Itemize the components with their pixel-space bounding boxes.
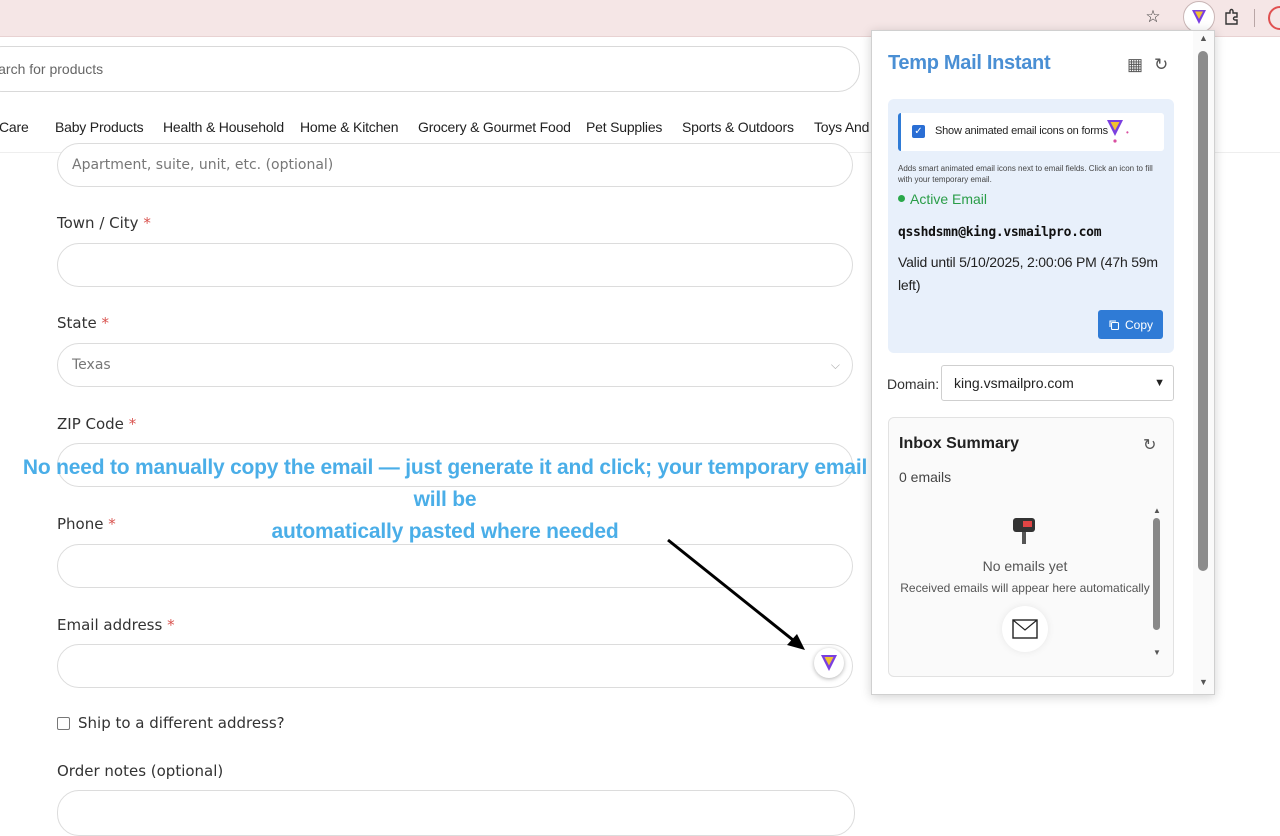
status-dot-icon bbox=[898, 195, 905, 202]
search-placeholder: Search for products bbox=[0, 61, 104, 77]
category-grocery[interactable]: Grocery & Gourmet Food bbox=[418, 108, 571, 146]
toolbar-divider bbox=[1254, 9, 1255, 27]
temp-mail-extension-icon[interactable] bbox=[1183, 1, 1215, 33]
ship-label: Ship to a different address? bbox=[78, 714, 285, 732]
inner-scroll-down-icon[interactable]: ▼ bbox=[1153, 648, 1161, 657]
inbox-count: 0 emails bbox=[899, 469, 952, 485]
envelope-icon bbox=[1012, 619, 1038, 639]
zip-label-text: ZIP Code bbox=[57, 415, 124, 433]
chevron-down-icon: ⌵ bbox=[830, 358, 840, 372]
town-input[interactable] bbox=[57, 243, 853, 287]
state-label-text: State bbox=[57, 314, 97, 332]
apartment-placeholder: Apartment, suite, unit, etc. (optional) bbox=[72, 157, 334, 173]
category-home-kitchen[interactable]: Home & Kitchen bbox=[300, 108, 399, 146]
inbox-title: Inbox Summary bbox=[899, 435, 1020, 452]
required-mark: * bbox=[128, 415, 137, 433]
inner-scroll-up-icon[interactable]: ▲ bbox=[1153, 506, 1161, 515]
scroll-down-icon[interactable]: ▼ bbox=[1199, 677, 1208, 687]
state-select[interactable]: Texas ⌵ bbox=[57, 343, 853, 387]
sparkle-icon: • bbox=[1126, 128, 1129, 137]
animated-icons-toggle-row[interactable]: ✓ Show animated email icons on forms • bbox=[898, 113, 1164, 151]
inbox-summary-card: Inbox Summary ↻ 0 emails No emails yet R… bbox=[888, 417, 1174, 677]
empty-subtitle: Received emails will appear here automat… bbox=[900, 581, 1150, 595]
email-label-text: Email address bbox=[57, 616, 163, 634]
category-care[interactable]: Care bbox=[0, 108, 29, 146]
scroll-up-icon[interactable]: ▲ bbox=[1199, 33, 1208, 43]
category-pet-supplies[interactable]: Pet Supplies bbox=[586, 108, 662, 146]
popup-title: Temp Mail Instant bbox=[888, 52, 1051, 74]
pointer-arrow bbox=[667, 538, 805, 650]
ship-checkbox[interactable] bbox=[57, 716, 70, 730]
brand-logo-icon bbox=[1107, 120, 1123, 143]
qr-grid-icon[interactable]: ▦ bbox=[1127, 55, 1143, 75]
category-baby-products[interactable]: Baby Products bbox=[55, 108, 144, 146]
valid-until: Valid until 5/10/2025, 2:00:06 PM (47h 5… bbox=[898, 254, 1158, 293]
zip-label: ZIP Code * bbox=[57, 415, 136, 433]
temp-email-address: qsshdsmn@king.vsmailpro.com bbox=[898, 225, 1102, 240]
toggle-label: Show animated email icons on forms bbox=[935, 125, 1108, 137]
inbox-refresh-icon[interactable]: ↻ bbox=[1143, 435, 1156, 455]
active-email-card: ✓ Show animated email icons on forms • A… bbox=[888, 99, 1174, 353]
copy-label: Copy bbox=[1124, 317, 1153, 332]
empty-title: No emails yet bbox=[982, 558, 1068, 574]
star-icon[interactable]: ☆ bbox=[1140, 4, 1166, 30]
required-mark: * bbox=[101, 314, 110, 332]
required-mark: * bbox=[167, 616, 175, 634]
required-mark: * bbox=[143, 214, 151, 232]
state-value: Texas bbox=[72, 357, 111, 373]
profile-icon[interactable] bbox=[1268, 6, 1280, 30]
notes-label: Order notes (optional) bbox=[57, 762, 224, 780]
category-health-household[interactable]: Health & Household bbox=[163, 108, 284, 146]
copy-icon bbox=[1109, 319, 1120, 330]
domain-label: Domain: bbox=[887, 376, 940, 392]
chevron-down-icon: ▼ bbox=[1154, 377, 1165, 389]
product-search-input[interactable]: Search for products bbox=[0, 46, 860, 92]
copy-button[interactable]: Copy bbox=[1098, 310, 1163, 339]
inner-scrollbar[interactable] bbox=[1153, 518, 1160, 630]
domain-select[interactable]: king.vsmailpro.com ▼ bbox=[941, 365, 1174, 401]
mailbox-icon bbox=[1013, 518, 1035, 544]
status-active: Active Email bbox=[898, 191, 987, 207]
envelope-button[interactable] bbox=[1002, 606, 1048, 652]
annotation-line-1: No need to manually copy the email — jus… bbox=[22, 456, 868, 511]
help-text: Adds smart animated email icons next to … bbox=[898, 164, 1153, 184]
extensions-puzzle-icon[interactable] bbox=[1219, 4, 1245, 30]
animated-icons-checkbox[interactable]: ✓ bbox=[912, 125, 925, 138]
town-label: Town / City * bbox=[57, 214, 151, 232]
ship-different-address[interactable]: Ship to a different address? bbox=[57, 714, 285, 732]
status-text: Active Email bbox=[910, 191, 988, 207]
refresh-icon[interactable]: ↻ bbox=[1154, 55, 1168, 75]
state-label: State * bbox=[57, 314, 109, 332]
popup-scrollbar[interactable] bbox=[1198, 51, 1208, 571]
notes-input[interactable] bbox=[57, 790, 855, 836]
temp-mail-popup: Temp Mail Instant ▦ ↻ ✓ Show animated em… bbox=[871, 30, 1215, 695]
domain-value: king.vsmailpro.com bbox=[954, 375, 1074, 391]
category-sports-outdoors[interactable]: Sports & Outdoors bbox=[682, 108, 794, 146]
email-label: Email address * bbox=[57, 616, 175, 634]
apartment-input[interactable]: Apartment, suite, unit, etc. (optional) bbox=[57, 143, 853, 187]
town-label-text: Town / City bbox=[57, 214, 139, 232]
